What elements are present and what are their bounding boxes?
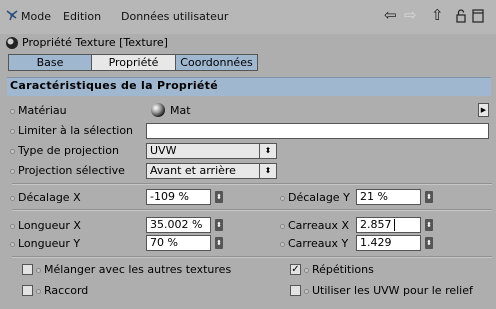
dropdown-arrow-icon: ⬍ (259, 144, 276, 158)
tab-base[interactable]: Base (8, 54, 92, 71)
menu-item-edition[interactable]: Edition (63, 10, 101, 23)
carreaux-x-input[interactable]: 2.857 (356, 217, 421, 233)
material-sphere-icon (150, 102, 166, 118)
limiter-label: Limiter à la sélection (10, 124, 133, 138)
page-title: Propriété Texture [Texture] (22, 36, 168, 49)
projection-selective-label: Projection sélective (10, 164, 125, 178)
utiliser-uvw-checkbox[interactable] (290, 285, 301, 296)
section-header: Caractéristiques de la Propriété (7, 77, 491, 96)
back-arrow-icon[interactable]: ⇦ (384, 6, 397, 24)
dropdown-arrow-icon: ⬍ (259, 164, 276, 178)
menu-bar: Mode Edition Données utilisateur ⇦ ⇨ ⇧ (0, 0, 496, 34)
longueur-x-stepper[interactable]: ⬍ (215, 219, 223, 231)
raccord-label: Raccord (36, 284, 88, 298)
limiter-input[interactable] (146, 123, 489, 139)
longueur-y-label: Longueur Y (10, 237, 80, 251)
melanger-checkbox[interactable] (22, 264, 33, 275)
section-title: Caractéristiques de la Propriété (10, 79, 218, 92)
menu-item-mode[interactable]: Mode (21, 10, 51, 23)
type-projection-label: Type de projection (10, 144, 119, 158)
materiau-label: Matériau (10, 104, 67, 118)
carreaux-x-label: Carreaux X (280, 219, 349, 233)
longueur-y-input[interactable]: 70 % (146, 235, 211, 251)
longueur-x-label: Longueur X (10, 219, 81, 233)
utiliser-uvw-label: Utiliser les UVW pour le relief (304, 284, 473, 298)
type-projection-value: UVW (150, 144, 177, 157)
decalage-x-input[interactable]: -109 % (146, 189, 211, 205)
longueur-x-input[interactable]: 35.002 % (146, 217, 211, 233)
texture-tag-icon (5, 36, 19, 50)
divider (12, 256, 492, 258)
carreaux-x-stepper[interactable]: ⬍ (425, 219, 433, 231)
decalage-y-input[interactable]: 21 % (356, 189, 421, 205)
tab-coordonnees[interactable]: Coordonnées (175, 54, 258, 71)
divider (12, 183, 492, 185)
new-window-icon[interactable] (472, 9, 484, 23)
up-arrow-icon[interactable]: ⇧ (431, 6, 444, 24)
menu-item-donnees-utilisateur[interactable]: Données utilisateur (121, 10, 228, 23)
repetitions-checkbox[interactable]: ✓ (290, 264, 301, 275)
carreaux-y-input[interactable]: 1.429 (356, 235, 421, 251)
cinema-4d-icon[interactable] (6, 9, 18, 21)
decalage-x-label: Décalage X (10, 191, 81, 205)
raccord-checkbox[interactable] (22, 285, 33, 296)
projection-selective-dropdown[interactable]: Avant et arrière ⬍ (146, 163, 277, 179)
tab-propriete[interactable]: Propriété (91, 54, 176, 71)
melanger-label: Mélanger avec les autres textures (36, 263, 231, 277)
materiau-menu-button[interactable]: ▶ (478, 103, 489, 117)
longueur-y-stepper[interactable]: ⬍ (215, 237, 223, 249)
type-projection-dropdown[interactable]: UVW ⬍ (146, 143, 277, 159)
text-cursor (394, 219, 395, 231)
carreaux-y-stepper[interactable]: ⬍ (425, 237, 433, 249)
repetitions-label: Répétitions (304, 263, 374, 277)
decalage-x-stepper[interactable]: ⬍ (215, 191, 223, 203)
projection-selective-value: Avant et arrière (150, 164, 236, 177)
carreaux-y-label: Carreaux Y (280, 237, 348, 251)
decalage-y-label: Décalage Y (280, 191, 350, 205)
divider (12, 209, 492, 211)
materiau-value: Mat (170, 104, 191, 117)
title-row: Propriété Texture [Texture] (0, 34, 496, 53)
decalage-y-stepper[interactable]: ⬍ (425, 191, 433, 203)
forward-arrow-icon[interactable]: ⇨ (404, 6, 417, 24)
lock-icon[interactable] (456, 9, 466, 23)
